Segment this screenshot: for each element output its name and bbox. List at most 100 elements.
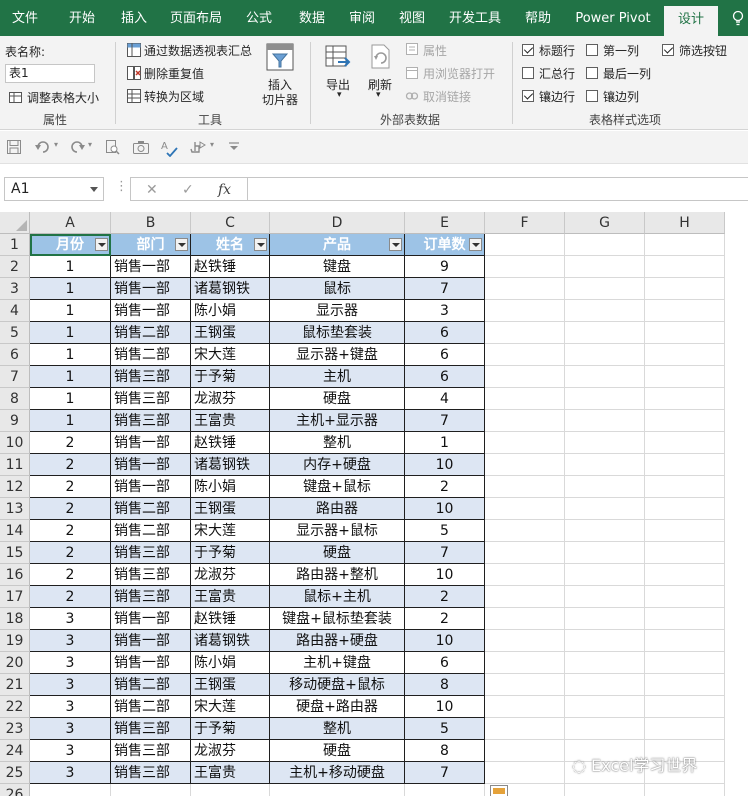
empty-cell[interactable]	[485, 498, 565, 520]
row-header[interactable]: 20	[0, 652, 30, 674]
empty-cell[interactable]	[645, 498, 725, 520]
row-header[interactable]: 14	[0, 520, 30, 542]
redo-dropdown-icon[interactable]: ▾	[88, 140, 92, 149]
empty-cell[interactable]	[565, 784, 645, 796]
convert-to-range-button[interactable]: 转换为区域	[144, 88, 204, 105]
table-cell-month[interactable]: 2	[30, 520, 111, 542]
table-cell-orders[interactable]: 8	[405, 674, 485, 696]
table-cell-product[interactable]: 主机+显示器	[270, 410, 405, 432]
table-cell-name[interactable]: 龙淑芬	[191, 740, 270, 762]
empty-cell[interactable]	[565, 542, 645, 564]
empty-cell[interactable]	[645, 630, 725, 652]
table-cell-month[interactable]: 3	[30, 608, 111, 630]
column-header[interactable]: F	[485, 212, 565, 234]
spelling-check-icon[interactable]: A	[160, 139, 178, 157]
empty-cell[interactable]	[645, 432, 725, 454]
table-cell-name[interactable]: 赵铁锤	[191, 256, 270, 278]
first-column-checkbox[interactable]	[586, 44, 598, 56]
table-cell-product[interactable]: 主机+移动硬盘	[270, 762, 405, 784]
tab-developer[interactable]: 开发工具	[442, 0, 508, 36]
empty-cell[interactable]	[565, 410, 645, 432]
tab-formulas[interactable]: 公式	[236, 0, 282, 36]
empty-cell[interactable]	[565, 234, 645, 256]
table-cell-department[interactable]: 销售二部	[111, 674, 191, 696]
table-cell-department[interactable]: 销售三部	[111, 366, 191, 388]
table-cell-month[interactable]: 1	[30, 322, 111, 344]
formula-input[interactable]	[247, 177, 748, 201]
filter-button-checkbox[interactable]	[662, 44, 674, 56]
export-icon[interactable]	[324, 44, 352, 72]
row-header[interactable]: 26	[0, 784, 30, 796]
insert-function-icon[interactable]: fx	[218, 182, 231, 198]
tab-design[interactable]: 设计	[664, 6, 718, 36]
table-cell-product[interactable]: 键盘	[270, 256, 405, 278]
empty-cell[interactable]	[485, 630, 565, 652]
table-cell-month[interactable]: 2	[30, 586, 111, 608]
table-cell-month[interactable]: 3	[30, 718, 111, 740]
table-cell-month[interactable]: 1	[30, 410, 111, 432]
table-cell-orders[interactable]: 6	[405, 344, 485, 366]
empty-cell[interactable]	[645, 388, 725, 410]
table-cell-name[interactable]: 诸葛钢铁	[191, 630, 270, 652]
refresh-icon[interactable]	[366, 42, 394, 72]
empty-cell[interactable]	[485, 762, 565, 784]
name-box[interactable]: A1	[4, 177, 104, 201]
table-cell-name[interactable]: 宋大莲	[191, 344, 270, 366]
empty-cell[interactable]	[485, 366, 565, 388]
empty-cell[interactable]	[645, 278, 725, 300]
table-cell-orders[interactable]: 2	[405, 476, 485, 498]
table-cell-name[interactable]: 王富贵	[191, 410, 270, 432]
table-header-month[interactable]: 月份	[30, 234, 111, 256]
table-cell-product[interactable]: 路由器	[270, 498, 405, 520]
table-cell-product[interactable]: 整机	[270, 718, 405, 740]
tab-review[interactable]: 审阅	[340, 0, 384, 36]
empty-cell[interactable]	[645, 366, 725, 388]
filter-dropdown-icon[interactable]	[175, 238, 188, 251]
table-cell-orders[interactable]: 10	[405, 696, 485, 718]
table-cell-department[interactable]: 销售二部	[111, 344, 191, 366]
column-header[interactable]: G	[565, 212, 645, 234]
empty-cell[interactable]	[485, 432, 565, 454]
table-cell-product[interactable]: 硬盘	[270, 740, 405, 762]
table-header-name[interactable]: 姓名	[191, 234, 270, 256]
undo-dropdown-icon[interactable]: ▾	[54, 140, 58, 149]
filter-dropdown-icon[interactable]	[389, 238, 402, 251]
table-cell-orders[interactable]: 7	[405, 278, 485, 300]
tab-file[interactable]: 文件	[0, 0, 50, 36]
table-cell-orders[interactable]: 2	[405, 608, 485, 630]
name-box-dropdown-icon[interactable]	[90, 187, 98, 192]
empty-cell[interactable]	[645, 234, 725, 256]
row-header[interactable]: 25	[0, 762, 30, 784]
table-cell-name[interactable]: 于予菊	[191, 542, 270, 564]
row-header[interactable]: 1	[0, 234, 30, 256]
table-cell-product[interactable]: 主机+键盘	[270, 652, 405, 674]
table-cell-name[interactable]: 陈小娟	[191, 476, 270, 498]
table-cell-orders[interactable]: 10	[405, 564, 485, 586]
empty-cell[interactable]	[485, 410, 565, 432]
table-cell-month[interactable]: 2	[30, 498, 111, 520]
print-preview-icon[interactable]	[104, 139, 120, 155]
row-header[interactable]: 9	[0, 410, 30, 432]
total-row-checkbox[interactable]	[522, 67, 534, 79]
column-header[interactable]: H	[645, 212, 725, 234]
table-cell-month[interactable]: 3	[30, 740, 111, 762]
table-cell-month[interactable]: 3	[30, 762, 111, 784]
empty-cell[interactable]	[565, 322, 645, 344]
save-icon[interactable]	[6, 139, 22, 155]
table-header-department[interactable]: 部门	[111, 234, 191, 256]
undo-icon[interactable]	[34, 139, 52, 155]
empty-cell[interactable]	[485, 586, 565, 608]
table-cell-product[interactable]: 鼠标+主机	[270, 586, 405, 608]
table-cell-product[interactable]: 键盘+鼠标	[270, 476, 405, 498]
table-cell-name[interactable]: 于予菊	[191, 718, 270, 740]
table-cell-orders[interactable]: 5	[405, 718, 485, 740]
column-header[interactable]: A	[30, 212, 111, 234]
table-cell-product[interactable]: 硬盘	[270, 542, 405, 564]
table-cell-orders[interactable]: 3	[405, 300, 485, 322]
empty-cell[interactable]	[485, 652, 565, 674]
table-cell-name[interactable]: 王钢蛋	[191, 322, 270, 344]
empty-cell[interactable]	[645, 674, 725, 696]
table-cell-name[interactable]: 陈小娟	[191, 300, 270, 322]
spreadsheet-grid[interactable]: ABCDEFGH 1 2 3 4 5 6 7 8 9 10 11 12 13 14 15 16 17 18 19 20…	[0, 212, 748, 796]
table-cell-name[interactable]: 宋大莲	[191, 520, 270, 542]
